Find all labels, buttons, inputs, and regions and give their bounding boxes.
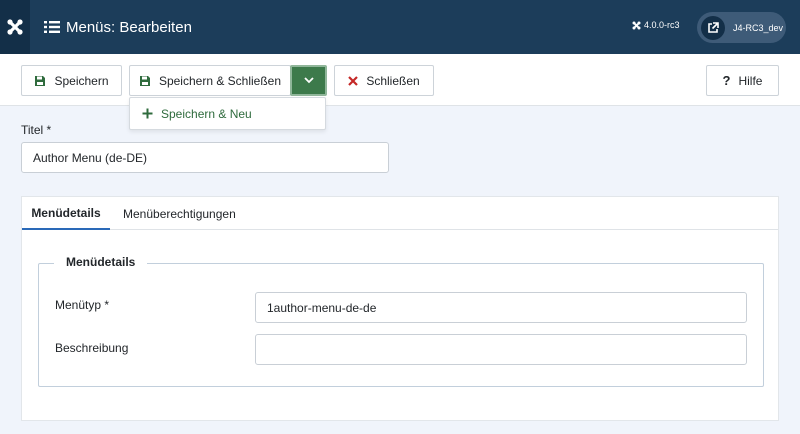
toolbar: Speichern Speichern & Schließen Schließe… (0, 54, 800, 106)
description-label: Beschreibung (55, 341, 129, 355)
title-input[interactable] (21, 142, 389, 173)
joomla-icon (632, 21, 641, 29)
version-text: 4.0.0-rc3 (644, 20, 680, 30)
tab-menu-details[interactable]: Menüdetails (22, 197, 110, 230)
description-input[interactable] (255, 334, 747, 365)
fieldset-legend: Menüdetails (54, 255, 148, 269)
external-link-icon (708, 21, 719, 33)
save-new-menu-item[interactable]: Speichern & Neu (129, 97, 326, 130)
joomla-icon (7, 19, 23, 35)
save-icon (35, 75, 46, 86)
version-info: 4.0.0-rc3 (632, 20, 680, 30)
page-title: Menüs: Bearbeiten (66, 18, 192, 36)
view-site-button[interactable]: J4-RC3_dev (697, 12, 786, 43)
menu-type-label: Menütyp * (55, 298, 110, 312)
save-options-toggle[interactable] (290, 65, 327, 96)
title-label: Titel * (21, 123, 52, 137)
close-icon (348, 75, 359, 86)
external-link-icon-wrap (701, 15, 725, 40)
menu-details-fieldset (38, 263, 764, 387)
save-icon (139, 75, 150, 86)
save-button[interactable]: Speichern (21, 65, 122, 96)
tab-menu-permissions[interactable]: Menüberechtigungen (123, 197, 236, 230)
help-label: Hilfe (738, 73, 763, 88)
question-icon: ? (722, 73, 731, 88)
help-button[interactable]: ? Hilfe (706, 65, 779, 96)
details-card: Menüdetails Menüberechtigungen Menüdetai… (21, 196, 779, 421)
list-icon (44, 21, 60, 33)
tab-label: Menüdetails (31, 205, 101, 220)
close-button[interactable]: Schließen (334, 65, 434, 96)
close-label: Schließen (366, 73, 420, 88)
page-title-group: Menüs: Bearbeiten (44, 0, 192, 54)
save-close-label: Speichern & Schließen (158, 73, 282, 88)
joomla-logo[interactable] (0, 0, 30, 54)
header-bar: Menüs: Bearbeiten 4.0.0-rc3 J4-RC3_dev (0, 0, 800, 54)
chevron-down-icon (303, 77, 314, 84)
tab-bar: Menüdetails Menüberechtigungen (22, 197, 778, 230)
menu-type-input[interactable] (255, 292, 747, 323)
save-label: Speichern (54, 73, 109, 88)
plus-icon (142, 108, 153, 119)
site-name: J4-RC3_dev (733, 22, 784, 33)
save-new-label: Speichern & Neu (161, 106, 252, 121)
tab-label: Menüberechtigungen (123, 206, 236, 221)
save-close-button[interactable]: Speichern & Schließen (129, 65, 291, 96)
